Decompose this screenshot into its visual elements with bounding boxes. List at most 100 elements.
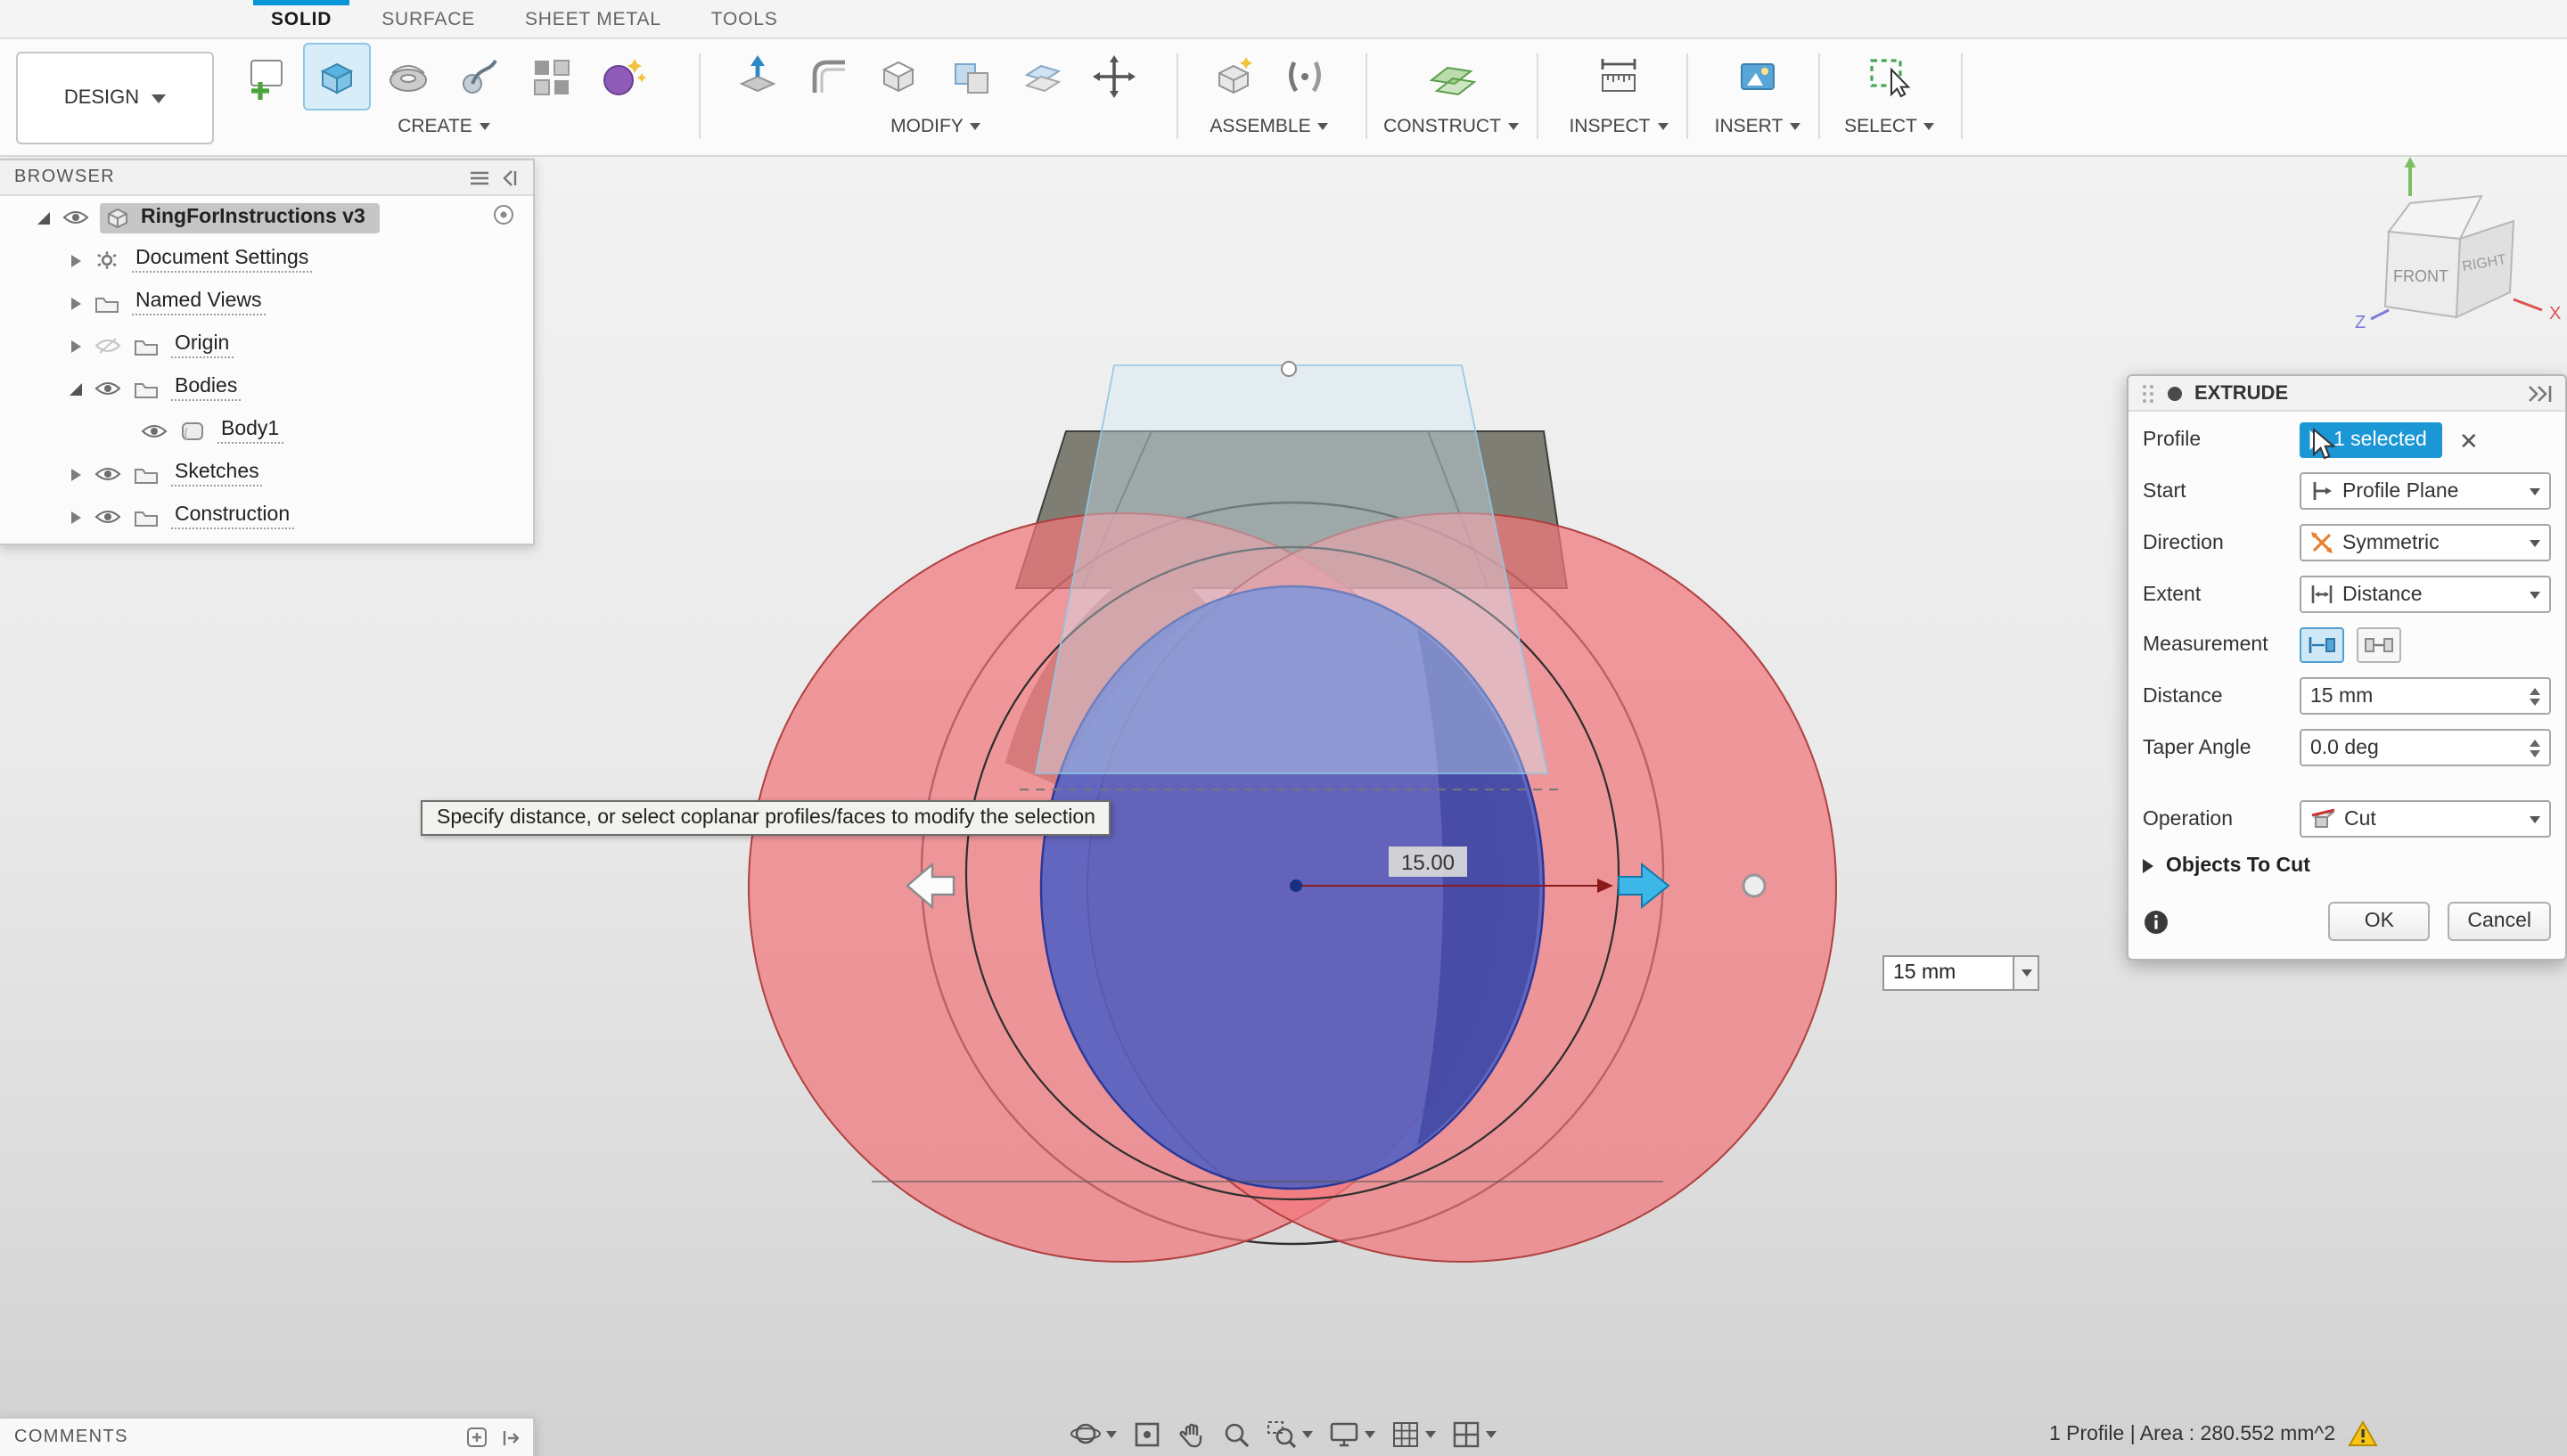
orbit-tool[interactable] [1070, 1419, 1117, 1449]
zoom-tool[interactable] [1222, 1419, 1251, 1448]
rotate-handle[interactable] [1743, 875, 1765, 896]
visibility-eye-icon[interactable] [62, 209, 88, 226]
tab-tools[interactable]: TOOLS [686, 0, 803, 37]
assemble-menu[interactable]: ASSEMBLE [1210, 116, 1328, 137]
modify-menu[interactable]: MODIFY [890, 116, 981, 137]
objects-to-cut-label: Objects To Cut [2166, 855, 2310, 877]
chevron-down-icon[interactable] [1106, 1430, 1117, 1437]
visibility-eye-off-icon[interactable] [94, 337, 120, 355]
look-at-tool[interactable] [1133, 1419, 1161, 1448]
extent-dropdown[interactable]: Distance [2300, 576, 2551, 613]
combine-button[interactable] [938, 43, 1005, 110]
new-component-button[interactable] [1200, 43, 1267, 110]
grid-snap-tool[interactable] [1391, 1419, 1436, 1448]
display-settings-tool[interactable] [1329, 1419, 1375, 1448]
distance-inline-input[interactable]: 15 mm [1882, 955, 2039, 991]
taper-angle-input[interactable]: 0.0 deg [2300, 729, 2551, 766]
select-menu[interactable]: SELECT [1844, 116, 1935, 137]
pan-tool[interactable] [1177, 1419, 1206, 1448]
expanded-triangle-icon[interactable] [67, 380, 83, 397]
distance-input[interactable]: 15 mm [2300, 677, 2551, 715]
cancel-button[interactable]: Cancel [2448, 902, 2551, 941]
ok-button[interactable]: OK [2328, 902, 2430, 941]
browser-header[interactable]: BROWSER [0, 160, 533, 196]
inspect-menu[interactable]: INSPECT [1569, 116, 1668, 137]
expanded-triangle-icon[interactable] [35, 209, 51, 225]
create-menu[interactable]: CREATE [398, 116, 490, 137]
chevron-down-icon[interactable] [1365, 1430, 1375, 1437]
insert-button[interactable] [1724, 43, 1792, 110]
browser-row-root[interactable]: RingForInstructions v3 [0, 196, 533, 239]
root-component-selected[interactable]: RingForInstructions v3 [100, 202, 380, 233]
direction-row: Direction Symmetric [2128, 524, 2565, 561]
taper-spinner[interactable] [2530, 739, 2540, 757]
clear-selection-icon[interactable]: ✕ [2459, 429, 2479, 452]
browser-row-named-views[interactable]: Named Views [0, 282, 533, 324]
view-cube[interactable]: FRONT RIGHT Z X [2346, 150, 2567, 349]
create-form-button[interactable] [588, 43, 656, 110]
activate-component-radio[interactable] [492, 203, 515, 226]
collapsed-triangle-icon[interactable] [67, 252, 83, 268]
visibility-eye-icon[interactable] [94, 380, 120, 397]
drag-grip-icon[interactable] [2141, 382, 2155, 404]
browser-row-sketches[interactable]: Sketches [0, 453, 533, 495]
panel-menu-icon[interactable] [469, 168, 490, 186]
insert-menu[interactable]: INSERT [1715, 116, 1801, 137]
browser-row-body1[interactable]: Body1 [0, 410, 533, 453]
measurement-whole-button[interactable] [2357, 627, 2401, 663]
browser-row-construction[interactable]: Construction [0, 495, 533, 538]
dock-panel-icon[interactable] [2528, 384, 2553, 402]
distance-inline-dropdown[interactable] [2014, 955, 2039, 991]
chevron-down-icon[interactable] [1425, 1430, 1436, 1437]
extrude-dialog-header[interactable]: EXTRUDE [2128, 376, 2565, 412]
extrude-button[interactable] [303, 43, 371, 110]
operation-dropdown[interactable]: Cut [2300, 800, 2551, 838]
viewports-tool[interactable] [1452, 1419, 1497, 1448]
objects-to-cut-expander[interactable]: Objects To Cut [2128, 852, 2565, 877]
chevron-down-icon [1790, 123, 1800, 130]
visibility-eye-icon[interactable] [140, 422, 167, 440]
visibility-eye-icon[interactable] [94, 508, 120, 526]
measure-button[interactable] [1585, 43, 1653, 110]
tab-surface[interactable]: SURFACE [357, 0, 500, 37]
select-button[interactable] [1856, 43, 1923, 110]
measurement-half-button[interactable] [2300, 627, 2344, 663]
tab-sheet-metal[interactable]: SHEET METAL [500, 0, 686, 37]
fillet-button[interactable] [795, 43, 863, 110]
browser-row-bodies[interactable]: Bodies [0, 367, 533, 410]
construct-menu[interactable]: CONSTRUCT [1383, 116, 1519, 137]
construction-plane-button[interactable] [1417, 43, 1485, 110]
visibility-eye-icon[interactable] [94, 465, 120, 483]
extrude-dialog-title: EXTRUDE [2194, 382, 2288, 404]
info-icon[interactable] [2143, 908, 2169, 935]
distance-spinner[interactable] [2530, 687, 2540, 705]
joint-button[interactable] [1271, 43, 1339, 110]
tab-solid[interactable]: SOLID [246, 0, 357, 37]
collapsed-triangle-icon[interactable] [67, 295, 83, 311]
press-pull-button[interactable] [724, 43, 791, 110]
browser-row-origin[interactable]: Origin [0, 324, 533, 367]
browser-row-document-settings[interactable]: Document Settings [0, 239, 533, 282]
collapsed-triangle-icon[interactable] [67, 466, 83, 482]
revolve-button[interactable] [374, 43, 442, 110]
zoom-window-tool[interactable] [1267, 1419, 1313, 1448]
chevron-down-icon[interactable] [1486, 1430, 1497, 1437]
workspace-switcher[interactable]: DESIGN [16, 52, 214, 144]
start-dropdown[interactable]: Profile Plane [2300, 472, 2551, 510]
panel-expand-icon[interactable] [501, 1428, 519, 1446]
add-comment-icon[interactable] [467, 1427, 487, 1447]
comments-panel[interactable]: COMMENTS [0, 1417, 535, 1456]
collapsed-triangle-icon[interactable] [67, 338, 83, 354]
extent-handle[interactable] [1282, 362, 1296, 376]
collapsed-triangle-icon[interactable] [67, 509, 83, 525]
shell-button[interactable] [866, 43, 934, 110]
sweep-button[interactable] [446, 43, 513, 110]
distance-inline-value[interactable]: 15 mm [1882, 955, 2014, 991]
chevron-down-icon[interactable] [1302, 1430, 1313, 1437]
panel-collapse-icon[interactable] [501, 168, 519, 186]
create-sketch-button[interactable] [232, 43, 299, 110]
pattern-button[interactable] [517, 43, 585, 110]
direction-dropdown[interactable]: Symmetric [2300, 524, 2551, 561]
offset-face-button[interactable] [1009, 43, 1077, 110]
move-copy-button[interactable] [1080, 43, 1148, 110]
